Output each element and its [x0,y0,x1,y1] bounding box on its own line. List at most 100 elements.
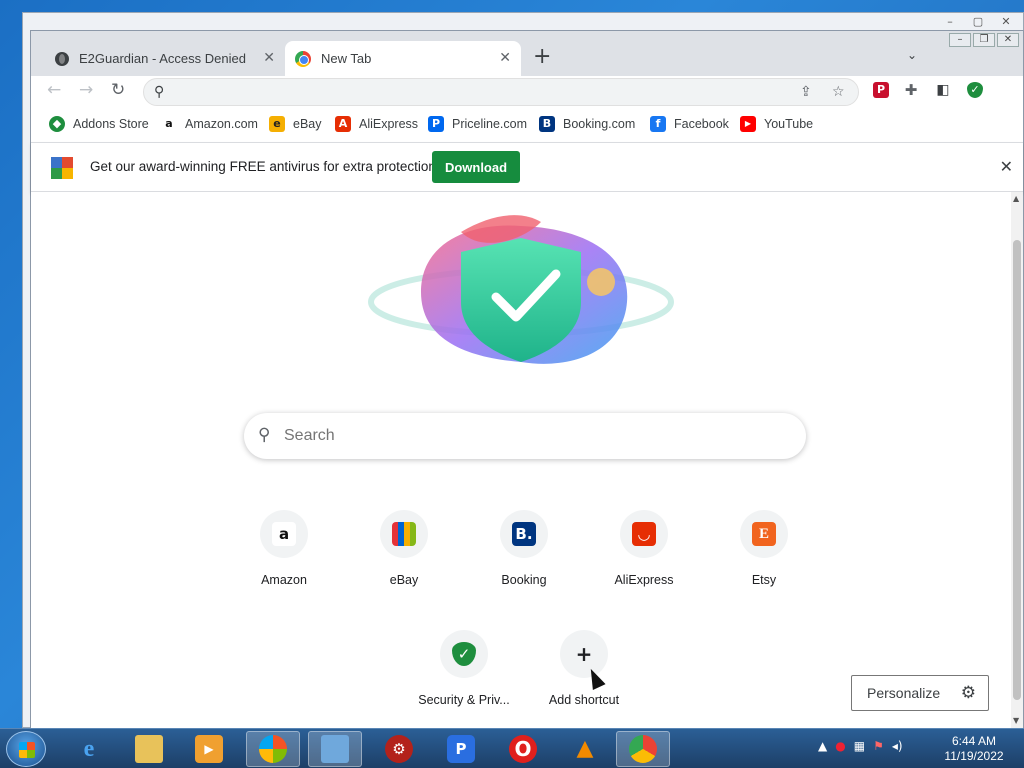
shortcut-label: AliExpress [614,573,674,587]
bookmark-star-icon[interactable]: ☆ [832,84,845,100]
amazon-icon: a [272,522,296,546]
amazon-icon: a [161,116,177,132]
minimize-button[interactable]: – [949,33,971,47]
addons-store-icon: ◆ [49,116,65,132]
shortcut-etsy[interactable]: E Etsy [708,500,820,612]
window-controls: – ❐ ✕ [949,33,1019,47]
tray-expand-icon[interactable]: ▲ [818,739,827,753]
ntp-search-input[interactable] [284,425,764,447]
taskbar-browser[interactable] [616,731,670,767]
shortcut-icon-container: ◡ [620,510,668,558]
personalize-label: Personalize [867,685,941,701]
tab-close-icon[interactable]: ✕ [263,50,275,66]
bookmark-label: Priceline.com [452,117,528,131]
bookmark-aliexpress[interactable]: A AliExpress [335,116,418,132]
close-icon[interactable]: ✕ [993,15,1019,29]
back-icon[interactable]: ← [47,80,61,100]
ebay-bag-icon [392,522,416,546]
bookmark-facebook[interactable]: f Facebook [650,116,729,132]
shortcut-aliexpress[interactable]: ◡ AliExpress [588,500,700,612]
personalize-button[interactable]: Personalize ⚙ [851,675,989,711]
bookmark-booking[interactable]: B Booking.com [539,116,635,132]
bookmark-ebay[interactable]: e eBay [269,116,322,132]
bookmark-label: Facebook [674,117,729,131]
shortcut-add[interactable]: + Add shortcut [528,620,640,729]
shortcut-icon-container: E [740,510,788,558]
bookmark-addons-store[interactable]: ◆ Addons Store [49,116,149,132]
address-input[interactable] [178,83,778,101]
new-tab-button[interactable]: + [533,45,551,69]
scroll-thumb[interactable] [1013,240,1021,700]
clock-time: 6:44 AM [951,734,997,748]
minimize-icon[interactable]: – [937,15,963,29]
antivirus-infobar: Get our award-winning FREE antivirus for… [31,142,1023,192]
reload-icon[interactable]: ↻ [111,80,125,100]
clock-date: 11/19/2022 [944,749,1004,763]
start-button[interactable] [6,731,46,767]
taskbar-priceline[interactable]: P [434,731,488,767]
bookmarks-bar: ◆ Addons Store a Amazon.com e eBay A Ali… [31,108,1023,140]
taskbar-app-3[interactable]: ⚙ [372,731,426,767]
scroll-down-icon[interactable]: ▼ [1013,716,1019,725]
booking-icon: B [539,116,555,132]
maximize-icon[interactable]: ▢ [965,15,991,29]
priceline-icon: P [447,735,475,763]
bookmark-label: Booking.com [563,117,636,131]
tab-title: E2Guardian - Access Denied [79,51,246,66]
taskbar-opera[interactable]: O [496,731,550,767]
shortcut-icon-container: B. [500,510,548,558]
system-tray: ▲ ● ▦ ⚑ ◂) [818,739,903,753]
volume-icon[interactable]: ◂) [892,739,903,753]
bookmark-amazon[interactable]: a Amazon.com [161,116,258,132]
taskbar-media-player[interactable]: ▶ [182,731,236,767]
tray-antivirus-icon[interactable]: ● [835,739,845,753]
etsy-icon: E [752,522,776,546]
download-button[interactable]: Download [432,151,520,183]
bookmark-priceline[interactable]: P Priceline.com [428,116,527,132]
avg-logo-icon [51,157,73,179]
share-icon[interactable]: ⇪ [800,84,812,100]
youtube-icon: ▶ [740,116,756,132]
shortcut-label: Security & Priv... [418,693,510,707]
shortcut-booking[interactable]: B. Booking [468,500,580,612]
tab-search-icon[interactable]: ⌄ [907,48,917,62]
network-icon[interactable]: ▦ [854,739,865,753]
extensions-puzzle-icon[interactable]: ✚ [903,82,919,98]
infobar-close-icon[interactable]: ✕ [1000,157,1013,176]
taskbar-app-1[interactable] [246,731,300,767]
taskbar-file-explorer[interactable] [122,731,176,767]
ebay-icon: e [269,116,285,132]
search-icon: ⚲ [258,425,271,445]
shortcut-security-privacy[interactable]: ✓ Security & Priv... [408,620,520,729]
ntp-search-box[interactable]: ⚲ [244,413,806,459]
tab-e2guardian[interactable]: E2Guardian - Access Denied ✕ [45,41,285,76]
shortcut-ebay[interactable]: eBay [348,500,460,612]
priceline-extension-icon[interactable]: P [873,82,889,98]
toolbar: ← → ↻ ⚲ ⇪ ☆ P ✚ ◧ ✓ [31,76,1023,108]
security-shield-icon[interactable]: ✓ [967,82,983,98]
browser-icon [629,735,657,763]
control-panel-icon [321,735,349,763]
scroll-up-icon[interactable]: ▲ [1013,194,1019,203]
bookmark-label: eBay [293,117,322,131]
action-center-icon[interactable]: ⚑ [873,739,884,753]
shortcut-label: Amazon [261,573,307,587]
bookmark-label: Addons Store [73,117,149,131]
folder-icon [135,735,163,763]
forward-icon[interactable]: → [79,80,93,100]
taskbar-app-2[interactable] [308,731,362,767]
address-bar[interactable]: ⚲ ⇪ ☆ [143,78,859,106]
clock[interactable]: 6:44 AM 11/19/2022 [940,734,1008,764]
taskbar-internet-explorer[interactable]: e [62,731,116,767]
page-scrollbar[interactable]: ▲ ▼ [1011,192,1023,729]
tab-close-icon[interactable]: ✕ [499,50,511,66]
tab-new-tab[interactable]: New Tab ✕ [285,41,521,76]
side-panel-icon[interactable]: ◧ [935,82,951,98]
media-player-icon: ▶ [195,735,223,763]
bookmark-youtube[interactable]: ▶ YouTube [740,116,813,132]
close-button[interactable]: ✕ [997,33,1019,47]
taskbar-vlc[interactable]: ▲ [558,731,612,767]
restore-button[interactable]: ❐ [973,33,995,47]
shortcut-amazon[interactable]: a Amazon [228,500,340,612]
bookmark-label: AliExpress [359,117,419,131]
